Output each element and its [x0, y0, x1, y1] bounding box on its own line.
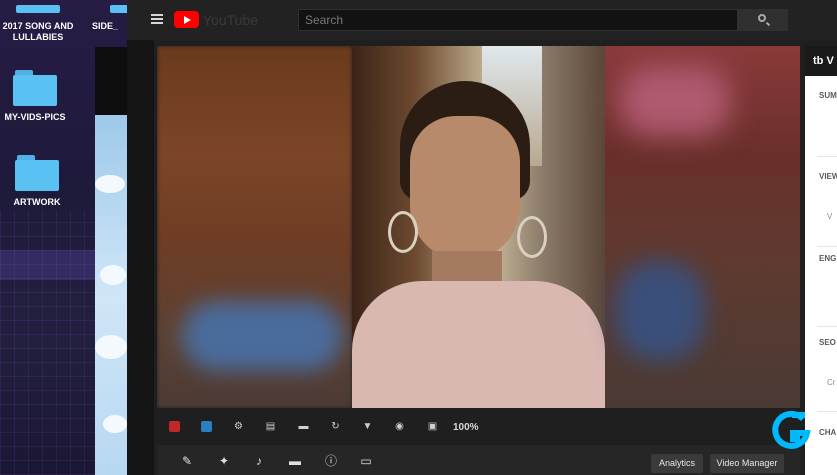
filmstrip-icon[interactable]: ▤: [265, 421, 276, 432]
search-input[interactable]: Search: [298, 9, 738, 31]
summary-label: SUM: [819, 91, 837, 100]
desktop-folder-side[interactable]: SIDE_: [75, 5, 135, 32]
info-icon[interactable]: ⓘ: [324, 454, 338, 468]
views-label: VIEW: [819, 172, 837, 181]
background-window-strip: [95, 47, 127, 115]
views-sub-label: V: [827, 212, 833, 221]
editor-toolbar: ⚙ ▤ ▬ ↻ ▼ ◉ ▣ 100%: [157, 413, 800, 443]
video-frame: [352, 46, 605, 408]
pencil-icon[interactable]: ✎: [180, 454, 194, 468]
red-square-icon[interactable]: [169, 421, 180, 432]
folder-icon: [15, 155, 59, 191]
engagement-label: ENG: [819, 254, 837, 263]
youtube-logo-icon[interactable]: [174, 11, 199, 28]
desktop-folder-artwork[interactable]: ARTWORK: [0, 155, 92, 208]
blurred-background-left: [157, 46, 352, 408]
seo-sub-label: Cr: [827, 378, 836, 387]
filter-icon[interactable]: ▼: [362, 421, 373, 432]
rotate-icon[interactable]: ↻: [330, 421, 341, 432]
channel-label: CHA: [819, 428, 837, 437]
desktop-folder-label: SIDE_: [91, 21, 118, 31]
earring-right: [517, 216, 547, 258]
caption-icon[interactable]: ▬: [298, 421, 309, 432]
side-panel-header: tb V: [805, 46, 837, 76]
youtube-logo-text[interactable]: YouTube: [203, 12, 258, 28]
desktop-folder-label: MY-VIDS-PICS: [4, 112, 66, 122]
video-manager-button[interactable]: Video Manager: [710, 454, 784, 473]
card-icon[interactable]: ▬: [288, 454, 302, 468]
gear-icon[interactable]: ⚙: [233, 421, 244, 432]
camera-icon[interactable]: ▣: [427, 421, 438, 432]
music-note-icon[interactable]: ♪: [252, 454, 266, 468]
magic-wand-icon[interactable]: ✦: [217, 454, 231, 468]
person-sweater: [352, 281, 605, 408]
blurred-background-right: [605, 46, 800, 408]
folder-icon: [13, 70, 57, 106]
desktop-folder-label: ARTWORK: [13, 197, 61, 207]
seo-label: SEO: [819, 338, 836, 347]
video-actions-bar: ✎ ✦ ♪ ▬ ⓘ ▭ Analytics Video Manager: [157, 445, 800, 475]
zoom-level: 100%: [453, 422, 479, 433]
blue-square-icon[interactable]: [201, 421, 212, 432]
analytics-button[interactable]: Analytics: [651, 454, 703, 473]
search-icon: [758, 14, 766, 22]
youtube-header: YouTube Search: [127, 0, 837, 40]
background-sky-window: [95, 115, 127, 475]
youtube-window: YouTube Search ⚙ ▤ ▬ ↻ ▼ ◉ ▣ 100% ✎ ✦ ♪ …: [127, 0, 837, 475]
desktop-folder-my-vids-pics[interactable]: MY-VIDS-PICS: [0, 70, 90, 123]
video-player[interactable]: [157, 46, 800, 408]
person-face: [410, 116, 520, 261]
logitech-g-icon: [772, 410, 811, 449]
left-panel: [127, 40, 154, 475]
earring-left: [388, 211, 418, 253]
hamburger-menu-icon[interactable]: [151, 14, 163, 24]
folder-icon: [16, 5, 60, 15]
blur-icon[interactable]: ◉: [394, 421, 405, 432]
desktop-folder-label: 2017 SONG AND LULLABIES: [2, 21, 74, 42]
subtitles-icon[interactable]: ▭: [359, 454, 373, 468]
search-button[interactable]: [738, 9, 788, 31]
